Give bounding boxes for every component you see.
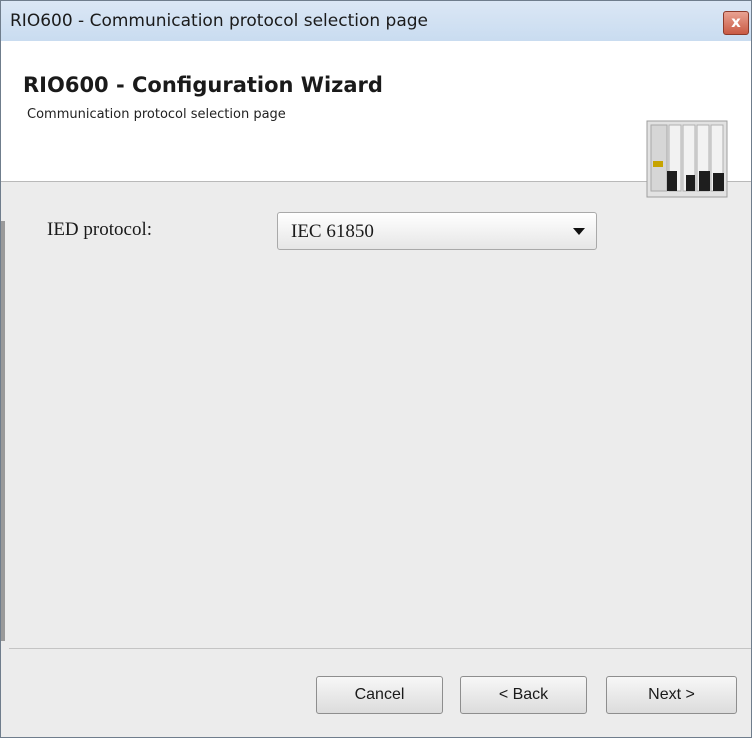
ied-protocol-select[interactable]: IEC 61850 (277, 212, 597, 250)
window-title: RIO600 - Communication protocol selectio… (10, 11, 429, 31)
device-module-icon (646, 120, 728, 198)
ied-protocol-label: IED protocol: (47, 219, 153, 240)
wizard-header: RIO600 - Configuration Wizard Communicat… (1, 41, 751, 198)
footer-separator (9, 648, 751, 649)
wizard-subtitle: Communication protocol selection page (27, 107, 286, 122)
cancel-button[interactable]: Cancel (316, 676, 443, 714)
title-bar[interactable]: RIO600 - Communication protocol selectio… (1, 1, 751, 41)
chevron-down-icon (573, 228, 585, 235)
close-icon: x (731, 13, 741, 31)
back-button[interactable]: < Back (460, 676, 587, 714)
wizard-window: RIO600 - Communication protocol selectio… (0, 0, 752, 738)
close-button[interactable]: x (723, 11, 749, 35)
wizard-title: RIO600 - Configuration Wizard (23, 73, 383, 97)
left-edge-bar (1, 221, 5, 641)
next-button[interactable]: Next > (606, 676, 737, 714)
ied-protocol-value: IEC 61850 (291, 221, 374, 242)
